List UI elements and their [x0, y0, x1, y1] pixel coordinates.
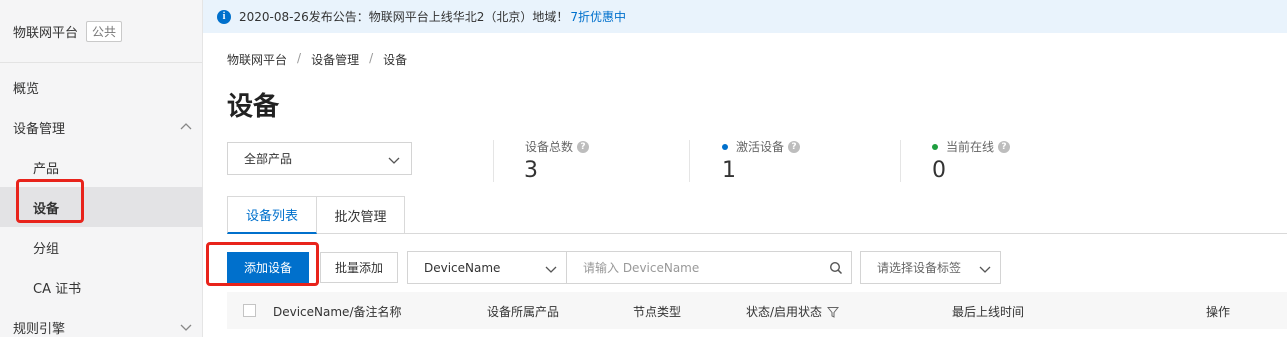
- sidebar-item-ca-cert[interactable]: CA 证书: [0, 267, 203, 307]
- tab-batch-management[interactable]: 批次管理: [317, 196, 405, 234]
- column-header-status[interactable]: 状态/启用状态: [746, 303, 840, 320]
- chevron-down-icon: [180, 324, 192, 331]
- help-icon[interactable]: ?: [577, 140, 590, 153]
- stat-label-text: 当前在线: [946, 140, 995, 154]
- stat-value: 3: [524, 158, 538, 183]
- batch-add-button[interactable]: 批量添加: [320, 252, 398, 283]
- column-header-status-label: 状态/启用状态: [746, 305, 823, 319]
- breadcrumb-item: 设备: [383, 53, 408, 67]
- sidebar-item-label: CA 证书: [33, 281, 82, 297]
- column-header-devicename: DeviceName/备注名称: [273, 305, 402, 319]
- sidebar-item-device-management[interactable]: 设备管理: [0, 107, 203, 147]
- sidebar-item-overview[interactable]: 概览: [0, 67, 203, 107]
- tab-bar: 设备列表 批次管理: [227, 196, 405, 234]
- product-filter-value: 全部产品: [244, 152, 293, 166]
- column-header-actions: 操作: [1206, 305, 1231, 319]
- stat-divider: [689, 140, 690, 182]
- column-header-product: 设备所属产品: [487, 305, 560, 319]
- sidebar-item-label: 设备管理: [13, 121, 66, 137]
- product-filter-select[interactable]: 全部产品: [227, 142, 412, 175]
- help-icon[interactable]: ?: [788, 140, 801, 153]
- instance-badge[interactable]: 公共: [86, 20, 123, 42]
- device-tag-placeholder: 请选择设备标签: [877, 261, 962, 275]
- breadcrumb-separator: /: [297, 51, 302, 65]
- column-header-last-online: 最后上线时间: [952, 305, 1025, 319]
- chevron-up-icon: [180, 123, 192, 130]
- tab-divider: [405, 233, 1287, 234]
- stat-label: 设备总数 ?: [525, 138, 590, 155]
- info-icon: i: [217, 9, 231, 24]
- table-header: DeviceName/备注名称 设备所属产品 节点类型 状态/启用状态 最后上线…: [227, 292, 1287, 329]
- search-input[interactable]: 请输入 DeviceName: [566, 251, 852, 284]
- stat-total-devices: 设备总数 ? 3: [493, 136, 683, 184]
- status-dot-icon: [932, 143, 938, 150]
- stat-activated-devices: 激活设备 ? 1: [689, 136, 889, 184]
- sidebar-item-label: 规则引擎: [13, 321, 66, 337]
- search-field-select[interactable]: DeviceName: [407, 251, 567, 284]
- stat-divider: [493, 140, 494, 182]
- sidebar-item-label: 分组: [33, 241, 60, 257]
- sidebar-header: 物联网平台 公共: [0, 0, 202, 63]
- search-field-value: DeviceName: [424, 260, 501, 275]
- search-icon[interactable]: [829, 261, 843, 275]
- breadcrumb-item[interactable]: 物联网平台: [227, 51, 287, 68]
- status-dot-icon: [722, 143, 728, 150]
- stat-value: 0: [932, 158, 946, 183]
- announcement-link[interactable]: 7折优惠中: [570, 8, 626, 25]
- highlight-box-sidebar-device: [16, 179, 84, 223]
- announcement-text: 2020-08-26发布公告：物联网平台上线华北2（北京）地域！: [239, 10, 569, 24]
- select-all-checkbox[interactable]: [243, 304, 256, 317]
- tab-device-list[interactable]: 设备列表: [227, 196, 317, 234]
- page-title: 设备: [227, 92, 280, 122]
- chevron-down-icon: [545, 266, 557, 273]
- help-icon[interactable]: ?: [998, 140, 1011, 153]
- column-header-node-type: 节点类型: [633, 305, 682, 319]
- search-placeholder: 请输入 DeviceName: [583, 261, 700, 275]
- stat-label-text: 激活设备: [736, 140, 785, 154]
- highlight-box-add-device: [206, 242, 319, 286]
- sidebar-item-group[interactable]: 分组: [0, 227, 203, 267]
- sidebar: 物联网平台 公共 概览 设备管理 产品 设备 分组 CA 证书 规则引擎: [0, 0, 203, 337]
- stat-divider: [900, 140, 901, 182]
- stat-label: 当前在线 ?: [932, 138, 1011, 155]
- stat-online-devices: 当前在线 ? 0: [900, 136, 1100, 184]
- chevron-down-icon: [979, 266, 991, 273]
- breadcrumb-separator: /: [369, 51, 374, 65]
- sidebar-title: 物联网平台: [13, 25, 79, 41]
- stat-value: 1: [722, 158, 736, 183]
- breadcrumb: 物联网平台 / 设备管理 / 设备: [227, 51, 407, 68]
- chevron-down-icon: [388, 157, 400, 164]
- stat-label: 激活设备 ?: [722, 138, 801, 155]
- device-tag-select[interactable]: 请选择设备标签: [860, 251, 1001, 284]
- sidebar-item-rule-engine[interactable]: 规则引擎: [0, 307, 203, 347]
- announcement-bar: i 2020-08-26发布公告：物联网平台上线华北2（北京）地域！ 7折优惠中: [203, 0, 1287, 33]
- filter-icon[interactable]: [827, 306, 840, 318]
- sidebar-item-label: 概览: [13, 81, 40, 97]
- stat-label-text: 设备总数: [525, 140, 574, 154]
- breadcrumb-item[interactable]: 设备管理: [311, 51, 359, 68]
- sidebar-item-label: 产品: [33, 161, 60, 177]
